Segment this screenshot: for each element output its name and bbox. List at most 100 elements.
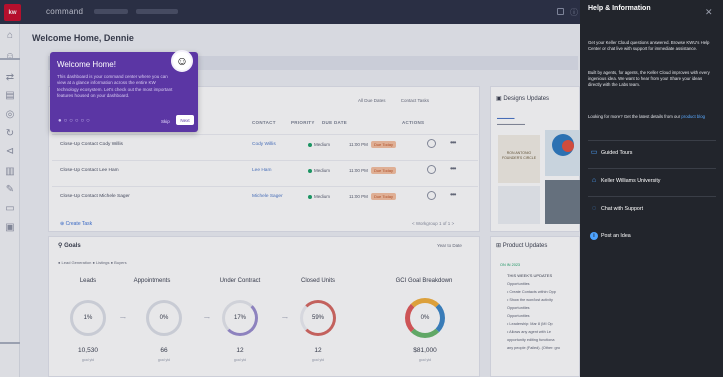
priority-dot-icon bbox=[308, 168, 312, 173]
help-item-label: Guided Tours bbox=[601, 150, 633, 156]
document-icon[interactable]: ▤ bbox=[4, 90, 16, 102]
product-heading: THIS WEEK'S UPDATES bbox=[507, 273, 553, 278]
window-icon[interactable]: ▭ bbox=[4, 203, 16, 215]
column-due-date[interactable]: DUE DATE bbox=[322, 120, 347, 125]
goal-name: Under Contract bbox=[219, 278, 261, 284]
tasks-pager[interactable]: < Workgroup 1 of 1 > bbox=[412, 221, 454, 226]
megaphone-icon[interactable]: ⊲ bbox=[4, 146, 16, 158]
popup-body: This dashboard is your command center wh… bbox=[57, 74, 173, 99]
goal-name: Closed Units bbox=[300, 278, 335, 284]
frame-edge bbox=[0, 58, 20, 60]
contacts-icon[interactable]: ☺ bbox=[4, 51, 16, 63]
product-line: any people (Failed). (Other: gro bbox=[507, 346, 560, 350]
task-row[interactable]: Close-Up Contact Cody Willis Cody Willis… bbox=[52, 134, 478, 158]
save-icon[interactable]: ▣ bbox=[4, 222, 16, 234]
task-contact[interactable]: Lee Ham bbox=[252, 168, 271, 173]
design-thumbnail[interactable] bbox=[498, 186, 540, 224]
help-item-label: Chat with Support bbox=[601, 206, 644, 212]
designs-link[interactable]: ▬▬▬▬▬ bbox=[497, 116, 515, 120]
skip-button[interactable]: Skip bbox=[161, 119, 170, 124]
more-options-icon[interactable]: ••• bbox=[450, 164, 456, 173]
guided-tours-link[interactable]: ▭ Guided Tours bbox=[588, 140, 716, 166]
design-graphic bbox=[562, 140, 574, 152]
close-icon[interactable]: ✕ bbox=[705, 7, 713, 18]
design-thumbnail[interactable] bbox=[545, 180, 580, 224]
task-priority: Medium bbox=[308, 142, 330, 147]
transfer-icon[interactable]: ⇄ bbox=[4, 72, 16, 84]
goal-under-contract: Under Contract bbox=[200, 278, 280, 284]
top-nav-item[interactable] bbox=[94, 9, 128, 14]
next-button[interactable]: Next bbox=[176, 115, 194, 125]
tasks-filters: All Due Dates Contact Tasks bbox=[358, 98, 443, 103]
task-contact[interactable]: Cody Willis bbox=[252, 142, 276, 147]
goal-appointments: Appointments bbox=[112, 278, 192, 284]
tour-progress-dots: ●○○○○○ bbox=[58, 118, 92, 124]
more-options-icon[interactable]: ••• bbox=[450, 138, 456, 147]
due-badge: Due Today bbox=[370, 167, 396, 174]
apps-grid-icon[interactable] bbox=[557, 8, 564, 15]
arrow-right-icon: ⟶ bbox=[120, 315, 126, 320]
app-name[interactable]: command bbox=[46, 7, 83, 16]
priority-label: Medium bbox=[314, 194, 331, 199]
chat-support-link[interactable]: ◌ Chat with Support bbox=[588, 196, 716, 222]
priority-dot-icon bbox=[308, 194, 312, 199]
chat-icon: ◌ bbox=[591, 205, 597, 212]
goal-caption: goal ytd bbox=[81, 358, 95, 362]
designs-title-text: Designs Updates bbox=[503, 96, 550, 102]
goals-title-text: Goals bbox=[64, 243, 81, 249]
kw-university-link[interactable]: ⌂ Keller Williams University bbox=[588, 168, 716, 194]
refresh-icon[interactable]: ↻ bbox=[4, 128, 16, 140]
complete-check-icon[interactable] bbox=[427, 139, 436, 148]
more-options-icon[interactable]: ••• bbox=[450, 190, 456, 199]
due-badge: Due Today bbox=[370, 141, 396, 148]
product-line: • Show the won/lost activity bbox=[507, 298, 553, 302]
avatar: ☺ bbox=[171, 50, 193, 72]
goal-caption: goal ytd bbox=[233, 358, 247, 362]
task-row[interactable]: Close-Up Contact Lee Ham Lee Ham Medium … bbox=[52, 160, 478, 184]
column-priority[interactable]: PRIORITY bbox=[291, 120, 315, 125]
info-icon[interactable]: ⓘ bbox=[570, 7, 578, 18]
product-title-text: Product Updates bbox=[502, 243, 548, 249]
lightbulb-icon: i bbox=[590, 232, 598, 240]
home-icon[interactable]: ⌂ bbox=[4, 30, 16, 42]
goal-caption: goal ytd bbox=[157, 358, 171, 362]
edit-icon[interactable]: ✎ bbox=[4, 184, 16, 196]
product-line: • Leadership: Mar 8 (MI Op bbox=[507, 322, 553, 326]
target-icon[interactable]: ◎ bbox=[4, 109, 16, 121]
top-nav-item[interactable] bbox=[136, 9, 178, 14]
goals-range-select[interactable]: Year to Date bbox=[437, 243, 462, 248]
goal-ring: 1% bbox=[70, 300, 106, 336]
column-contact[interactable]: CONTACT bbox=[252, 120, 276, 125]
goal-name: Appointments bbox=[133, 278, 171, 284]
column-actions: ACTIONS bbox=[402, 120, 425, 125]
product-updates-card bbox=[490, 236, 580, 377]
goals-title: ⚲ Goals bbox=[58, 243, 81, 249]
task-name[interactable]: Close-Up Contact Lee Ham bbox=[60, 168, 119, 173]
task-name[interactable]: Close-Up Contact Cody Willis bbox=[60, 142, 123, 147]
complete-check-icon[interactable] bbox=[427, 165, 436, 174]
task-type-filter[interactable]: Contact Tasks bbox=[401, 98, 429, 103]
product-line: Opportunities bbox=[507, 282, 530, 286]
product-line: • Allows any agent with Le bbox=[507, 330, 551, 334]
priority-label: Medium bbox=[314, 142, 331, 147]
goal-value: 12 bbox=[314, 347, 322, 354]
due-date-filter[interactable]: All Due Dates bbox=[358, 98, 386, 103]
goal-name: GCI Goal Breakdown bbox=[395, 278, 453, 284]
chart-icon[interactable]: ▥ bbox=[4, 166, 16, 178]
create-task-button[interactable]: ⊕ Create Task bbox=[60, 221, 92, 227]
goal-ring: 0% bbox=[405, 298, 445, 338]
complete-check-icon[interactable] bbox=[427, 191, 436, 200]
task-contact[interactable]: Michele Sager bbox=[252, 194, 283, 199]
tour-icon: ▭ bbox=[590, 149, 598, 156]
kw-logo[interactable]: kw bbox=[4, 4, 21, 21]
product-blog-link[interactable]: product blog bbox=[681, 114, 705, 119]
product-updates-title: ⊞ Product Updates bbox=[496, 243, 548, 249]
task-row[interactable]: Close-Up Contact Michele Sager Michele S… bbox=[52, 186, 478, 210]
help-paragraph: Built by agents, for agents, the Keller … bbox=[588, 70, 710, 88]
post-idea-link[interactable]: i Post an Idea bbox=[588, 227, 716, 245]
task-name[interactable]: Close-Up Contact Michele Sager bbox=[60, 194, 130, 199]
priority-label: Medium bbox=[314, 168, 331, 173]
priority-dot-icon bbox=[308, 142, 312, 147]
help-item-label: Post an Idea bbox=[601, 233, 631, 239]
goals-legend: ● Lead Generation ● Listings ● Buyers bbox=[58, 260, 127, 265]
